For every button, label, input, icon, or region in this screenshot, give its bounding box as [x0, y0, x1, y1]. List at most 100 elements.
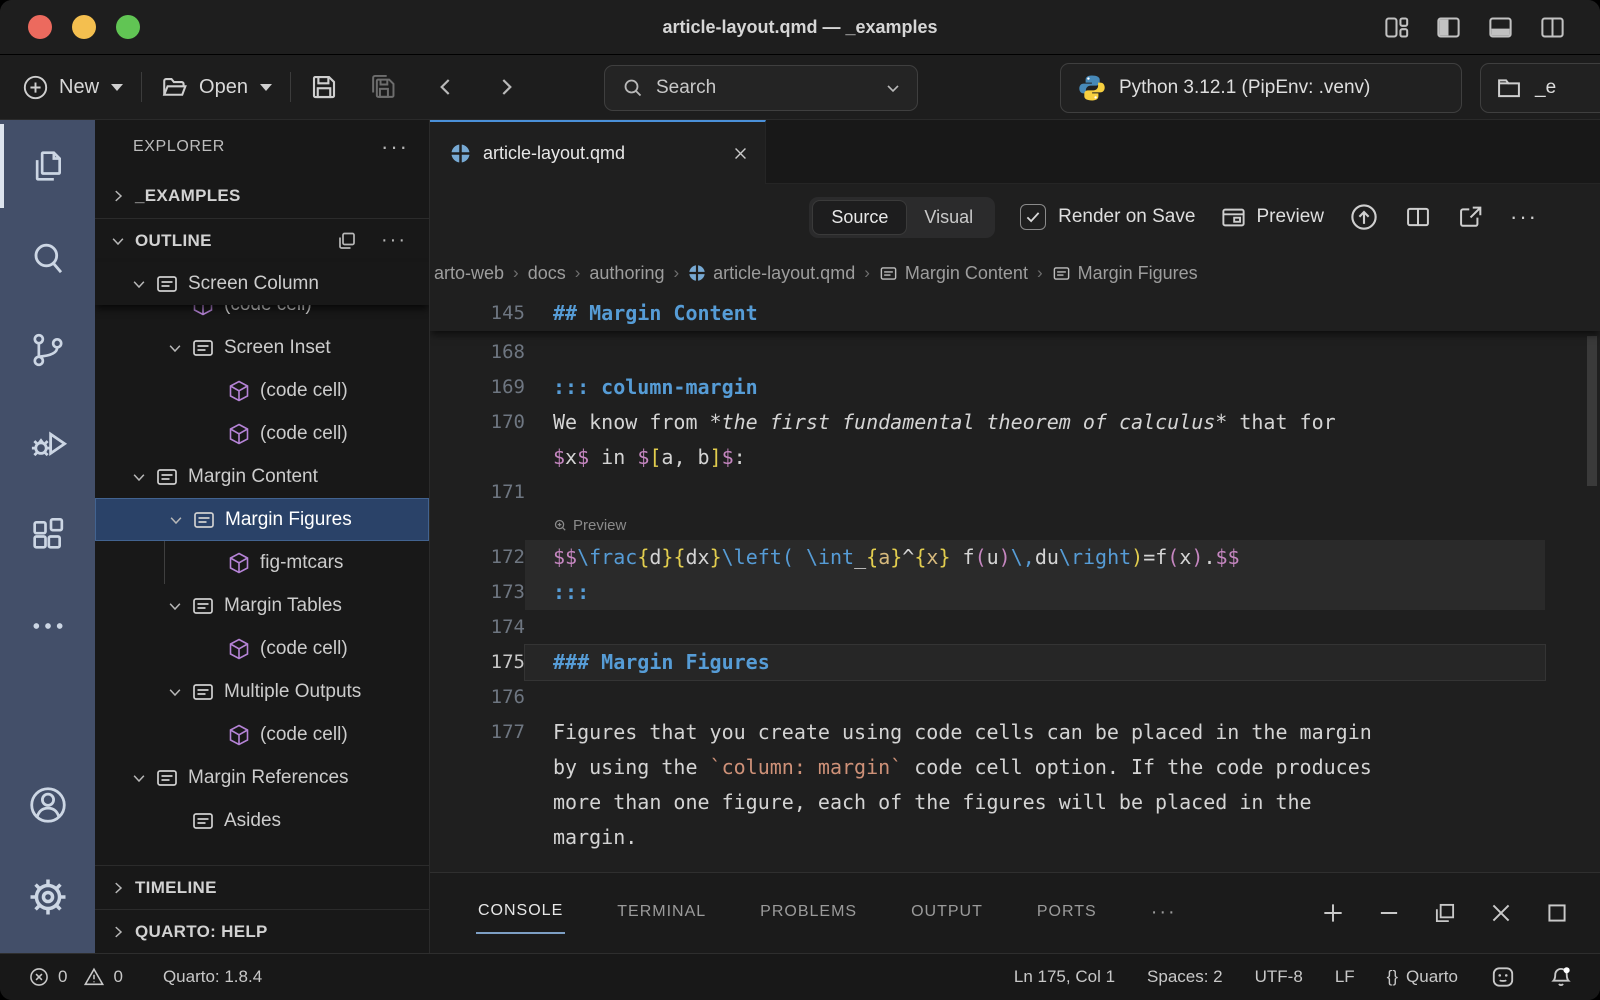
panel-tab-problems[interactable]: PROBLEMS	[758, 893, 859, 933]
notifications-button[interactable]	[1548, 964, 1574, 990]
navigate-forward-button[interactable]	[493, 74, 519, 100]
save-all-button[interactable]	[367, 71, 399, 103]
chevron-down-icon	[158, 683, 191, 701]
collapse-all-icon[interactable]	[335, 229, 359, 253]
panel-tab-output[interactable]: OUTPUT	[909, 893, 985, 933]
code-line[interactable]: 177Figures that you create using code ce…	[430, 715, 1600, 750]
open-button[interactable]: Open	[160, 73, 272, 102]
outline-item[interactable]: Screen Column	[95, 262, 429, 305]
outline-item[interactable]: Margin Figures	[95, 498, 429, 541]
editor-scrollbar[interactable]	[1587, 336, 1597, 486]
tab-article-layout[interactable]: article-layout.qmd	[430, 120, 766, 184]
code-line[interactable]: 171	[430, 475, 1600, 510]
section-outline[interactable]: OUTLINE ···	[95, 218, 429, 262]
code-line[interactable]: 169::: column-margin	[430, 370, 1600, 405]
preview-button[interactable]: Preview	[1220, 204, 1324, 231]
source-mode-button[interactable]: Source	[813, 201, 906, 234]
outline-item[interactable]: Screen Inset	[95, 326, 429, 369]
outline-item[interactable]: Margin Content	[95, 455, 429, 498]
code-editor[interactable]: 145## Margin Content168169::: column-mar…	[430, 296, 1600, 872]
checkbox-checked-icon[interactable]	[1020, 204, 1046, 230]
outline-item[interactable]: (code cell)	[95, 369, 429, 412]
code-line[interactable]: 172$$\frac{d}{dx}\left( \int_{a}^{x} f(u…	[430, 540, 1600, 575]
outline-item[interactable]: fig-mtcars	[95, 541, 429, 584]
toggle-left-sidebar-icon[interactable]	[1435, 14, 1462, 41]
maximize-panel-icon[interactable]	[1544, 900, 1570, 926]
open-in-new-window-button[interactable]	[1457, 203, 1485, 231]
activity-extensions-button[interactable]	[0, 488, 95, 580]
indentation-status[interactable]: Spaces: 2	[1147, 967, 1223, 987]
outline-item[interactable]: Margin Tables	[95, 584, 429, 627]
sidebar-more-button[interactable]: ···	[381, 134, 409, 160]
panel-tab-terminal[interactable]: TERMINAL	[615, 893, 708, 933]
codelens-preview[interactable]: Preview	[430, 510, 1600, 540]
breadcrumb-item[interactable]: Margin Content	[879, 263, 1028, 284]
render-on-save-control[interactable]: Render on Save	[1020, 204, 1195, 230]
section-timeline[interactable]: TIMELINE	[95, 865, 429, 909]
code-line[interactable]: more than one figure, each of the figure…	[430, 785, 1600, 820]
activity-more-button[interactable]	[0, 580, 95, 672]
outline-item[interactable]: Multiple Outputs	[95, 670, 429, 713]
code-line[interactable]: $x$ in $[a, b]$:	[430, 440, 1600, 475]
breadcrumb-item[interactable]: article-layout.qmd	[688, 263, 855, 284]
visual-mode-button[interactable]: Visual	[906, 201, 991, 234]
activity-explorer-button[interactable]	[0, 120, 95, 212]
close-panel-icon[interactable]	[1488, 900, 1514, 926]
restore-panel-icon[interactable]	[1432, 900, 1458, 926]
publish-button[interactable]	[1349, 202, 1379, 232]
activity-account-button[interactable]	[0, 759, 95, 851]
search-input[interactable]: Search	[604, 65, 918, 111]
outline-item[interactable]: (code cell)	[95, 713, 429, 756]
language-mode-status[interactable]: {} Quarto	[1387, 967, 1458, 987]
problems-status[interactable]: 0 0	[28, 966, 123, 988]
toggle-right-sidebar-icon[interactable]	[1539, 14, 1566, 41]
breadcrumb-item[interactable]: authoring	[589, 263, 664, 284]
new-console-plus-icon[interactable]	[1320, 900, 1346, 926]
outline-more-button[interactable]: ···	[381, 229, 407, 252]
editor-more-actions-button[interactable]: ···	[1510, 204, 1538, 230]
activity-source-control-button[interactable]	[0, 304, 95, 396]
navigate-back-button[interactable]	[433, 74, 459, 100]
outline-item[interactable]: (code cell)	[95, 412, 429, 455]
panel-tab-ports[interactable]: PORTS	[1035, 893, 1099, 933]
interpreter-selector[interactable]: Python 3.12.1 (PipEnv: .venv)	[1060, 63, 1462, 113]
save-button[interactable]	[309, 72, 339, 102]
activity-run-debug-button[interactable]	[0, 396, 95, 488]
code-line[interactable]: 176	[430, 680, 1600, 715]
close-tab-icon[interactable]	[732, 145, 749, 162]
split-editor-button[interactable]	[1404, 203, 1432, 231]
activity-settings-button[interactable]	[0, 851, 95, 943]
code-line[interactable]: 168	[430, 335, 1600, 370]
outline-item[interactable]: (code cell)	[95, 627, 429, 670]
breadcrumb-item[interactable]: docs	[528, 263, 566, 284]
breadcrumb-item[interactable]: Margin Figures	[1052, 263, 1198, 284]
code-line[interactable]: by using the `column: margin` code cell …	[430, 750, 1600, 785]
code-line[interactable]: 174	[430, 610, 1600, 645]
code-line[interactable]: 170We know from *the first fundamental t…	[430, 405, 1600, 440]
code-line[interactable]: margin.	[430, 820, 1600, 855]
panel-more-tabs-button[interactable]: ···	[1149, 891, 1179, 936]
customize-layout-icon[interactable]	[1383, 14, 1410, 41]
activity-search-button[interactable]	[0, 212, 95, 304]
code-line[interactable]: 175### Margin Figures	[430, 645, 1600, 680]
code-line[interactable]: 173:::	[430, 575, 1600, 610]
minimize-panel-icon[interactable]	[1376, 900, 1402, 926]
close-window-button[interactable]	[28, 15, 52, 39]
section-examples[interactable]: _EXAMPLES	[95, 174, 429, 218]
breadcrumb-item[interactable]: arto-web	[434, 263, 504, 284]
toggle-bottom-panel-icon[interactable]	[1487, 14, 1514, 41]
eol-status[interactable]: LF	[1335, 967, 1355, 987]
sticky-code-line[interactable]: 145## Margin Content	[430, 296, 1600, 331]
outline-item[interactable]: Asides	[95, 799, 429, 842]
new-button[interactable]: New	[22, 74, 123, 101]
zoom-window-button[interactable]	[116, 15, 140, 39]
panel-tab-console[interactable]: CONSOLE	[476, 892, 565, 934]
quarto-version-status[interactable]: Quarto: 1.8.4	[163, 967, 262, 987]
section-quarto-help[interactable]: QUARTO: HELP	[95, 909, 429, 953]
minimize-window-button[interactable]	[72, 15, 96, 39]
cursor-position-status[interactable]: Ln 175, Col 1	[1014, 967, 1115, 987]
outline-item[interactable]: Margin References	[95, 756, 429, 799]
workspace-button[interactable]: _e	[1480, 63, 1600, 113]
encoding-status[interactable]: UTF-8	[1255, 967, 1303, 987]
feedback-button[interactable]	[1490, 964, 1516, 990]
